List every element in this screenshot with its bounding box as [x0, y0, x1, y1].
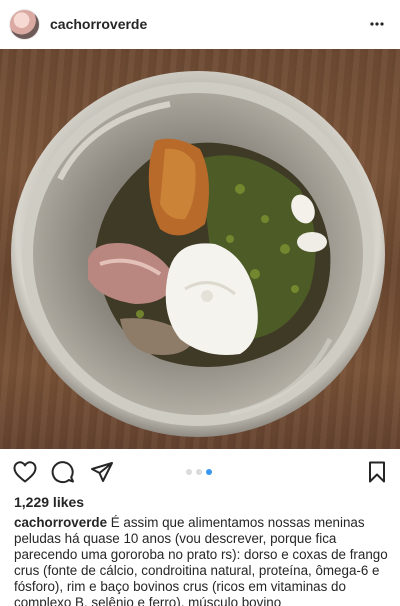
bookmark-icon[interactable] — [364, 459, 390, 485]
caption-username[interactable]: cachorroverde — [14, 515, 107, 530]
carousel-indicator — [186, 469, 212, 475]
carousel-dot-active — [206, 469, 212, 475]
more-options-icon[interactable] — [366, 13, 388, 35]
action-bar — [0, 452, 400, 492]
comment-icon[interactable] — [50, 459, 76, 485]
username[interactable]: cachorroverde — [50, 16, 366, 32]
post-caption: cachorroverde É assim que alimentamos no… — [14, 515, 389, 606]
carousel-dot — [196, 469, 202, 475]
carousel-dot — [186, 469, 192, 475]
bowl-food-image — [11, 71, 385, 437]
avatar[interactable] — [9, 8, 40, 40]
heart-icon[interactable] — [12, 459, 38, 485]
post-header: cachorroverde — [0, 0, 400, 48]
likes-count[interactable]: 1,229 likes — [14, 494, 84, 510]
share-icon[interactable] — [89, 459, 115, 485]
post-photo[interactable] — [0, 49, 400, 449]
